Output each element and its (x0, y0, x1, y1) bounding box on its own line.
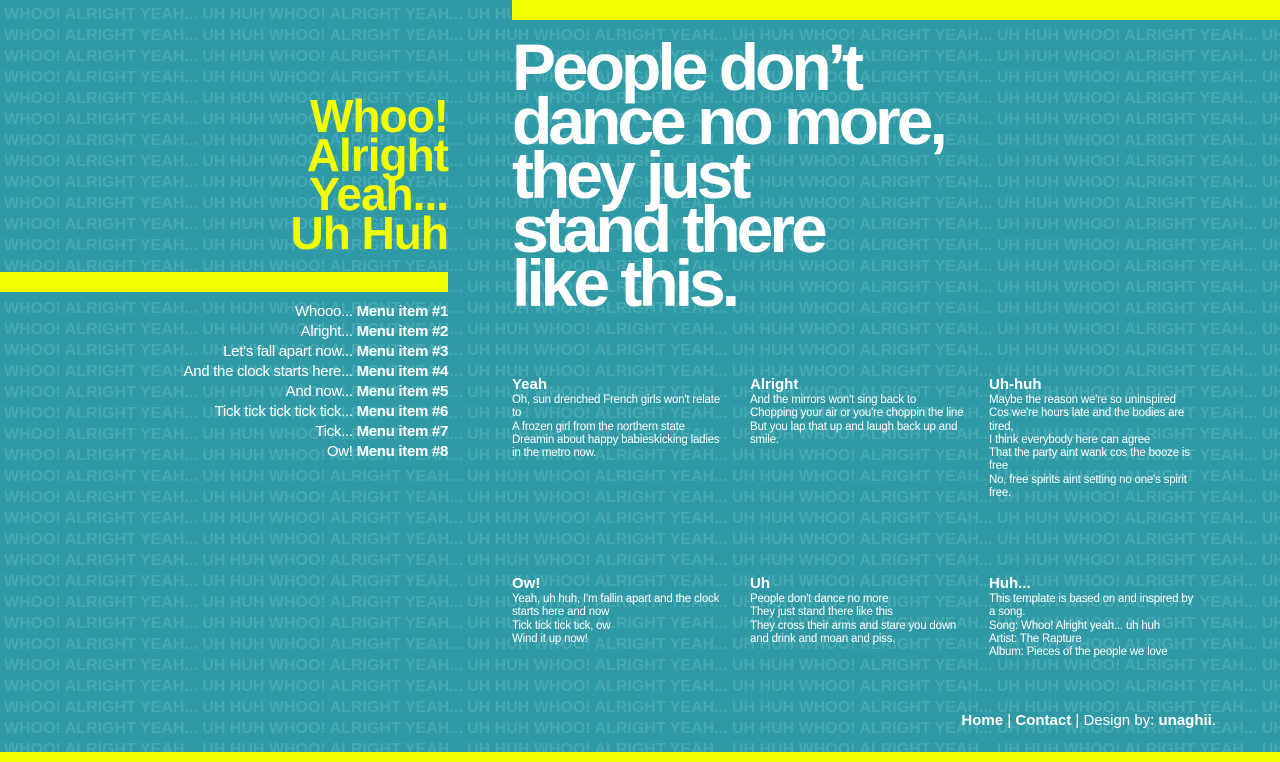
section-line: They cross their arms and stare you down… (750, 619, 957, 645)
section-line: Artist: The Rapture (989, 632, 1082, 645)
section-body: Maybe the reason we're so uninspired Cos… (989, 394, 1199, 500)
site-title: Whoo! Alright Yeah... Uh Huh (148, 93, 449, 259)
section-line: Cos we're hours late and the bodies are … (989, 407, 1185, 433)
section-line: Oh, sun drenched French girls won't rela… (512, 394, 720, 420)
menu-prefix: Tick... (315, 423, 353, 440)
bottom-accent-bar (0, 752, 1280, 762)
menu-item-4-link[interactable]: Menu item #4 (357, 363, 449, 380)
menu-row-4: And the clock starts here... Menu item #… (28, 362, 449, 382)
footer-design-label: Design by: (1083, 712, 1155, 729)
menu-prefix: Ow! (326, 443, 353, 460)
section-body: And the mirrors won't sing back to Chopp… (750, 394, 965, 447)
section-line: Maybe the reason we're so uninspired (989, 394, 1176, 406)
menu-prefix: Whooo... (295, 303, 353, 320)
footer-home-link[interactable]: Home (961, 712, 1003, 729)
section-line: Song: Whoo! Alright yeah... uh huh (989, 619, 1160, 632)
menu-prefix: And now... (285, 383, 353, 400)
section-alright: Alright And the mirrors won't sing back … (750, 376, 965, 447)
section-line: Dreamin about happy babieskicking ladies… (512, 433, 720, 460)
menu-row-6: Tick tick tick tick tick... Menu item #6 (28, 402, 449, 422)
sidebar-accent-bar (0, 272, 448, 292)
menu-prefix: Alright... (300, 323, 353, 340)
menu-row-1: Whooo... Menu item #1 (28, 302, 448, 322)
section-line: They just stand there like this (750, 606, 893, 619)
menu-item-8-link[interactable]: Menu item #8 (357, 443, 449, 460)
footer-contact-link[interactable]: Contact (1015, 712, 1071, 729)
menu-row-7: Tick... Menu item #7 (28, 422, 448, 442)
menu-item-7-link[interactable]: Menu item #7 (357, 423, 449, 440)
top-accent-bar (512, 0, 1280, 20)
section-line: But you lap that up and laugh back up an… (750, 420, 958, 446)
menu-prefix: Let’s fall apart now... (223, 343, 353, 360)
menu-item-1-link[interactable]: Menu item #1 (357, 303, 449, 320)
section-line: Chopping your air or you're choppin the … (750, 407, 964, 420)
menu-row-2: Alright... Menu item #2 (28, 322, 449, 342)
section-line: I think everybody here can agree (989, 433, 1151, 446)
section-title: Uh (750, 575, 770, 592)
section-ow: Ow! Yeah, uh huh, I'm fallin apart and t… (512, 575, 727, 646)
section-title: Uh-huh (989, 376, 1042, 393)
menu-item-3-link[interactable]: Menu item #3 (357, 343, 449, 360)
menu-prefix: And the clock starts here... (183, 363, 353, 380)
menu-row-5: And now... Menu item #5 (28, 382, 449, 402)
section-line: And the mirrors won't sing back to (750, 394, 917, 406)
section-title: Alright (750, 376, 799, 393)
section-body: This template is based on and inspired b… (989, 593, 1199, 659)
section-line: Wind it up now! (512, 632, 588, 645)
section-line: No, free spirits aint setting no one's s… (989, 473, 1187, 500)
background-text-row: WHOO! ALRIGHT YEAH... UH HUH WHOO! ALRIG… (4, 552, 1280, 569)
footer-end: . (1211, 712, 1216, 729)
site-title-line-4: Uh Huh (290, 207, 449, 259)
section-line: Tick tick tick tick, ow (512, 619, 611, 632)
menu-item-5-link[interactable]: Menu item #5 (357, 383, 449, 400)
main-menu: Whooo... Menu item #1 Alright... Menu it… (28, 302, 449, 462)
section-body: Oh, sun drenched French girls won't rela… (512, 394, 727, 460)
footer-designer-link[interactable]: unaghii (1159, 712, 1212, 729)
section-uh-huh: Uh-huh Maybe the reason we're so uninspi… (989, 376, 1199, 500)
footer-separator: | (1075, 712, 1080, 729)
section-uh: Uh People don't dance no more They just … (750, 575, 965, 646)
menu-row-8: Ow! Menu item #8 (28, 442, 448, 462)
section-line: A frozen girl from the northern state (512, 420, 685, 433)
background-text-row: WHOO! ALRIGHT YEAH... UH HUH WHOO! ALRIG… (4, 510, 1280, 527)
section-line: People don't dance no more (750, 593, 889, 605)
section-yeah: Yeah Oh, sun drenched French girls won't… (512, 376, 727, 460)
section-line: This template is based on and inspired b… (989, 593, 1194, 619)
section-title: Ow! (512, 575, 541, 592)
background-text-row: WHOO! ALRIGHT YEAH... UH HUH WHOO! ALRIG… (4, 531, 1280, 548)
menu-item-2-link[interactable]: Menu item #2 (357, 323, 449, 340)
footer-separator: | (1007, 712, 1012, 729)
background-text-row: WHOO! ALRIGHT YEAH... UH HUH WHOO! ALRIG… (4, 678, 1280, 695)
section-body: People don't dance no more They just sta… (750, 593, 965, 646)
section-line: That the party aint wank cos the booze i… (989, 447, 1190, 473)
menu-prefix: Tick tick tick tick tick... (214, 403, 353, 420)
menu-item-6-link[interactable]: Menu item #6 (357, 403, 449, 420)
section-huh: Huh... This template is based on and ins… (989, 575, 1199, 659)
section-line: Yeah, uh huh, I'm fallin apart and the c… (512, 593, 720, 619)
section-body: Yeah, uh huh, I'm fallin apart and the c… (512, 593, 727, 646)
section-title: Huh... (989, 575, 1031, 592)
footer: Home | Contact | Design by: unaghii. (961, 711, 1216, 731)
section-line: Album: Pieces of the people we love (989, 646, 1168, 659)
section-title: Yeah (512, 376, 548, 393)
menu-row-3: Let’s fall apart now... Menu item #3 (28, 342, 448, 362)
page-headline: People don’t dance no more, they just st… (512, 34, 1032, 316)
